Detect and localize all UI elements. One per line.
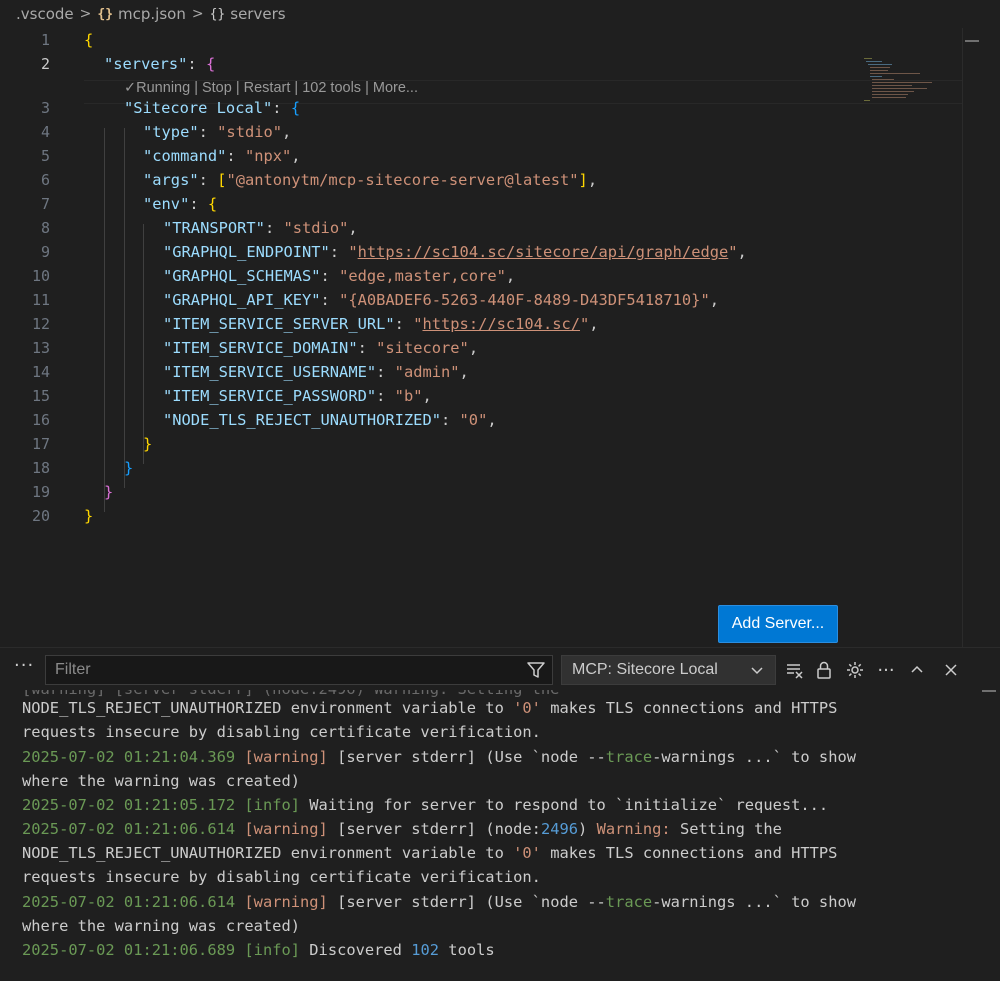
output-log[interactable]: [warning] [server stderr] (node:2496) Wa… — [0, 690, 980, 981]
line-number: 3 — [40, 99, 50, 117]
line-number: 6 — [40, 171, 50, 189]
line-number: 7 — [40, 195, 50, 213]
output-scrollbar[interactable] — [980, 690, 1000, 981]
panel-divider[interactable] — [0, 647, 1000, 648]
code-line: "env": { — [143, 195, 218, 213]
code-line: "args": ["@antonytm/mcp-sitecore-server@… — [143, 171, 598, 189]
json-object-icon: {} — [209, 6, 226, 22]
log-line: 2025-07-02 01:21:05.172 [info] Waiting f… — [22, 796, 829, 814]
breadcrumb: .vscode > {} mcp.json > {} servers — [0, 0, 1000, 28]
code-line: { — [84, 31, 94, 49]
clear-output-icon[interactable] — [782, 657, 808, 683]
breadcrumb-file[interactable]: mcp.json — [118, 5, 186, 23]
breadcrumb-node[interactable]: servers — [230, 5, 285, 23]
log-line: where the warning was created) — [22, 772, 300, 790]
filter-input[interactable] — [46, 656, 516, 684]
code-line: "servers": { — [104, 55, 216, 73]
line-number: 16 — [31, 411, 50, 429]
line-number: 18 — [31, 459, 50, 477]
code-line: } — [124, 459, 134, 477]
code-line: "GRAPHQL_ENDPOINT": "https://sc104.sc/si… — [163, 243, 747, 261]
line-number: 12 — [31, 315, 50, 333]
code-line: "ITEM_SERVICE_DOMAIN": "sitecore", — [163, 339, 479, 357]
gear-icon[interactable] — [842, 657, 868, 683]
code-editor[interactable]: 1 2 3 4 5 6 7 8 9 10 11 12 13 14 15 16 1… — [0, 28, 962, 648]
line-number: 8 — [40, 219, 50, 237]
line-number: 1 — [40, 31, 50, 49]
log-line: 2025-07-02 01:21:04.369 [warning] [serve… — [22, 748, 856, 766]
code-line: } — [84, 507, 94, 525]
line-number: 4 — [40, 123, 50, 141]
line-number: 9 — [40, 243, 50, 261]
code-line: } — [104, 483, 114, 501]
output-channel-value: MCP: Sitecore Local — [572, 661, 718, 678]
code-line: "Sitecore Local": { — [124, 99, 301, 117]
log-line: requests insecure by disabling certifica… — [22, 723, 541, 741]
lock-scroll-icon[interactable] — [811, 657, 837, 683]
line-number: 20 — [31, 507, 50, 525]
code-line: "command": "npx", — [143, 147, 301, 165]
indent-guide — [143, 224, 144, 464]
scroll-indicator — [982, 690, 996, 692]
indent-guide — [124, 128, 125, 488]
code-line: "ITEM_SERVICE_USERNAME": "admin", — [163, 363, 469, 381]
line-number: 5 — [40, 147, 50, 165]
chevron-right-icon: > — [191, 6, 204, 22]
editor-scrollbar[interactable] — [962, 28, 980, 648]
indent-guide — [104, 128, 105, 512]
minimap[interactable] — [860, 58, 950, 103]
add-server-button[interactable]: Add Server... — [718, 605, 838, 643]
panel-more-actions-icon[interactable]: ··· — [14, 655, 34, 676]
output-filter — [45, 655, 553, 685]
code-line: "ITEM_SERVICE_SERVER_URL": "https://sc10… — [163, 315, 599, 333]
code-line: } — [143, 435, 153, 453]
line-number: 13 — [31, 339, 50, 357]
more-actions-icon[interactable]: ··· — [873, 657, 899, 683]
json-file-icon: {} — [97, 6, 114, 22]
line-number: 17 — [31, 435, 50, 453]
endpoint-link[interactable]: https://sc104.sc/sitecore/api/graph/edge — [358, 243, 729, 261]
line-number: 10 — [31, 267, 50, 285]
server-url-link[interactable]: https://sc104.sc/ — [422, 315, 580, 333]
server-codelens[interactable]: ✓Running | Stop | Restart | 102 tools | … — [124, 78, 418, 98]
code-line: "ITEM_SERVICE_PASSWORD": "b", — [163, 387, 432, 405]
log-line: NODE_TLS_REJECT_UNAUTHORIZED environment… — [22, 844, 838, 862]
code-line: "GRAPHQL_SCHEMAS": "edge,master,core", — [163, 267, 516, 285]
code-line: "GRAPHQL_API_KEY": "{A0BADEF6-5263-440F-… — [163, 291, 719, 309]
maximize-panel-icon[interactable] — [904, 657, 930, 683]
filter-icon[interactable] — [526, 660, 546, 680]
line-number: 15 — [31, 387, 50, 405]
chevron-right-icon: > — [79, 6, 92, 22]
line-number: 14 — [31, 363, 50, 381]
code-line: "TRANSPORT": "stdio", — [163, 219, 358, 237]
log-line: 2025-07-02 01:21:06.614 [warning] [serve… — [22, 893, 856, 911]
scroll-indicator — [965, 40, 979, 42]
log-line: requests insecure by disabling certifica… — [22, 868, 541, 886]
log-line: where the warning was created) — [22, 917, 300, 935]
log-line: 2025-07-02 01:21:06.689 [info] Discovere… — [22, 941, 495, 959]
breadcrumb-folder[interactable]: .vscode — [16, 5, 74, 23]
editor-right-edge — [980, 28, 1000, 648]
chevron-down-icon — [751, 667, 763, 675]
output-channel-select[interactable]: MCP: Sitecore Local — [561, 655, 776, 685]
line-number: 11 — [31, 291, 50, 309]
code-line: "type": "stdio", — [143, 123, 292, 141]
close-icon[interactable] — [938, 657, 964, 683]
line-number: 19 — [31, 483, 50, 501]
code-line: "NODE_TLS_REJECT_UNAUTHORIZED": "0", — [163, 411, 497, 429]
log-line: 2025-07-02 01:21:06.614 [warning] [serve… — [22, 820, 782, 838]
log-line: NODE_TLS_REJECT_UNAUTHORIZED environment… — [22, 699, 838, 717]
line-number-active: 2 — [40, 55, 50, 73]
